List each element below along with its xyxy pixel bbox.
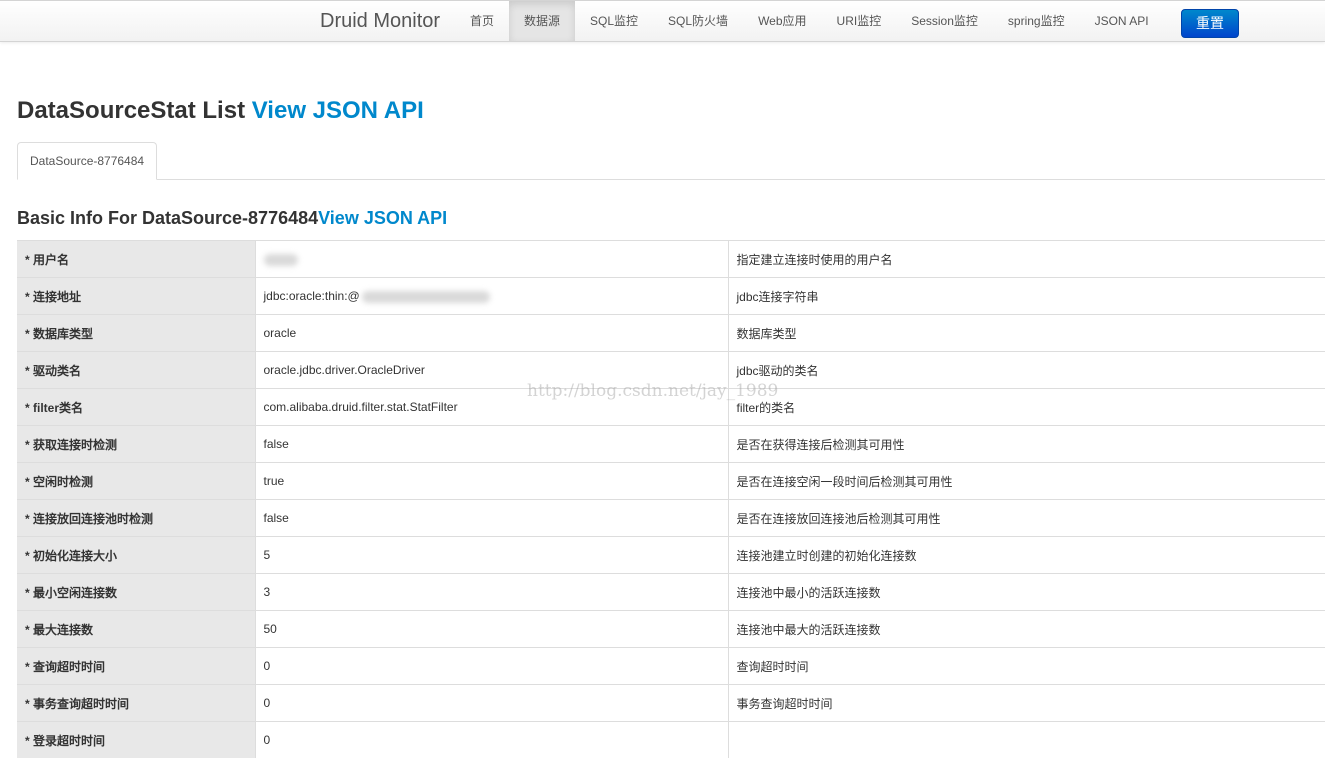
row-desc: 是否在连接空闲一段时间后检测其可用性 [727, 462, 1325, 500]
nav-item-uri-monitor[interactable]: URI监控 [822, 1, 897, 41]
table-row: * filter类名 com.alibaba.druid.filter.stat… [17, 388, 1325, 426]
row-value: false [254, 499, 728, 537]
redacted-url [361, 290, 490, 303]
row-label: * 用户名 [17, 240, 255, 278]
reset-button[interactable]: 重置 [1181, 9, 1239, 38]
basic-info-title: Basic Info For DataSource-8776484View JS… [17, 208, 447, 229]
row-label: * 获取连接时检测 [17, 425, 255, 463]
row-desc: 是否在连接放回连接池后检测其可用性 [727, 499, 1325, 537]
row-label: * 驱动类名 [17, 351, 255, 389]
datasource-tabs: DataSource-8776484 [17, 142, 1325, 180]
row-desc: jdbc驱动的类名 [727, 351, 1325, 389]
row-value: false [254, 425, 728, 463]
nav-item-session-monitor[interactable]: Session监控 [896, 1, 993, 41]
redacted-username [263, 253, 298, 266]
table-row: * 数据库类型 oracle 数据库类型 [17, 314, 1325, 352]
row-desc: 连接池建立时创建的初始化连接数 [727, 536, 1325, 574]
row-desc: 数据库类型 [727, 314, 1325, 352]
row-value: true [254, 462, 728, 500]
table-row: * 连接放回连接池时检测 false 是否在连接放回连接池后检测其可用性 [17, 499, 1325, 537]
basic-info-title-text: Basic Info For DataSource-8776484 [17, 208, 319, 228]
row-desc: jdbc连接字符串 [727, 277, 1325, 315]
row-value: com.alibaba.druid.filter.stat.StatFilter [254, 388, 728, 426]
row-value: 0 [254, 684, 728, 722]
nav-item-spring-monitor[interactable]: spring监控 [993, 1, 1080, 41]
nav-item-web-app[interactable]: Web应用 [743, 1, 821, 41]
row-desc: 事务查询超时时间 [727, 684, 1325, 722]
table-row: * 最大连接数 50 连接池中最大的活跃连接数 [17, 610, 1325, 648]
row-label: * 查询超时时间 [17, 647, 255, 685]
row-label: * 最小空闲连接数 [17, 573, 255, 611]
table-row: * 登录超时时间 0 [17, 721, 1325, 758]
row-label: * 连接放回连接池时检测 [17, 499, 255, 537]
table-row: * 事务查询超时时间 0 事务查询超时时间 [17, 684, 1325, 722]
row-label: * 事务查询超时时间 [17, 684, 255, 722]
basic-info-json-api-link[interactable]: View JSON API [318, 208, 447, 228]
row-desc [727, 721, 1325, 758]
row-value: 3 [254, 573, 728, 611]
row-value: 50 [254, 610, 728, 648]
table-row: * 获取连接时检测 false 是否在获得连接后检测其可用性 [17, 425, 1325, 463]
row-label: * 空闲时检测 [17, 462, 255, 500]
row-value: jdbc:oracle:thin:@ [254, 277, 728, 315]
table-row: * 最小空闲连接数 3 连接池中最小的活跃连接数 [17, 573, 1325, 611]
brand-logo[interactable]: Druid Monitor [320, 10, 440, 33]
row-label: * 连接地址 [17, 277, 255, 315]
row-value: oracle [254, 314, 728, 352]
table-row: * 连接地址 jdbc:oracle:thin:@ jdbc连接字符串 [17, 277, 1325, 315]
row-desc: 查询超时时间 [727, 647, 1325, 685]
table-row: * 初始化连接大小 5 连接池建立时创建的初始化连接数 [17, 536, 1325, 574]
row-value: 5 [254, 536, 728, 574]
row-value-text: jdbc:oracle:thin:@ [263, 289, 360, 303]
tab-datasource-8776484[interactable]: DataSource-8776484 [17, 142, 158, 180]
main-nav: 首页 数据源 SQL监控 SQL防火墙 Web应用 URI监控 Session监… [455, 1, 1164, 41]
row-label: * 最大连接数 [17, 610, 255, 648]
page-title: DataSourceStat List View JSON API [17, 97, 424, 125]
page-title-text: DataSourceStat List [17, 97, 246, 124]
nav-item-home[interactable]: 首页 [455, 1, 509, 41]
row-desc: 连接池中最大的活跃连接数 [727, 610, 1325, 648]
view-json-api-link[interactable]: View JSON API [252, 97, 424, 124]
table-row: * 查询超时时间 0 查询超时时间 [17, 647, 1325, 685]
basic-info-table: * 用户名 指定建立连接时使用的用户名 * 连接地址 jdbc:oracle:t… [17, 240, 1325, 758]
row-desc: 指定建立连接时使用的用户名 [727, 240, 1325, 278]
row-desc: 是否在获得连接后检测其可用性 [727, 425, 1325, 463]
row-value: 0 [254, 721, 728, 758]
row-desc: filter的类名 [727, 388, 1325, 426]
table-row: * 用户名 指定建立连接时使用的用户名 [17, 240, 1325, 278]
row-label: * 初始化连接大小 [17, 536, 255, 574]
nav-item-json-api[interactable]: JSON API [1080, 1, 1164, 41]
nav-item-datasource[interactable]: 数据源 [509, 1, 576, 41]
nav-item-sql-monitor[interactable]: SQL监控 [575, 1, 653, 41]
row-value: 0 [254, 647, 728, 685]
table-row: * 空闲时检测 true 是否在连接空闲一段时间后检测其可用性 [17, 462, 1325, 500]
row-label: * 数据库类型 [17, 314, 255, 352]
row-value [254, 240, 728, 278]
row-label: * filter类名 [17, 388, 255, 426]
row-desc: 连接池中最小的活跃连接数 [727, 573, 1325, 611]
nav-item-sql-firewall[interactable]: SQL防火墙 [653, 1, 743, 41]
table-row: * 驱动类名 oracle.jdbc.driver.OracleDriver j… [17, 351, 1325, 389]
row-label: * 登录超时时间 [17, 721, 255, 758]
top-navbar: Druid Monitor 首页 数据源 SQL监控 SQL防火墙 Web应用 … [0, 0, 1325, 42]
row-value: oracle.jdbc.driver.OracleDriver [254, 351, 728, 389]
